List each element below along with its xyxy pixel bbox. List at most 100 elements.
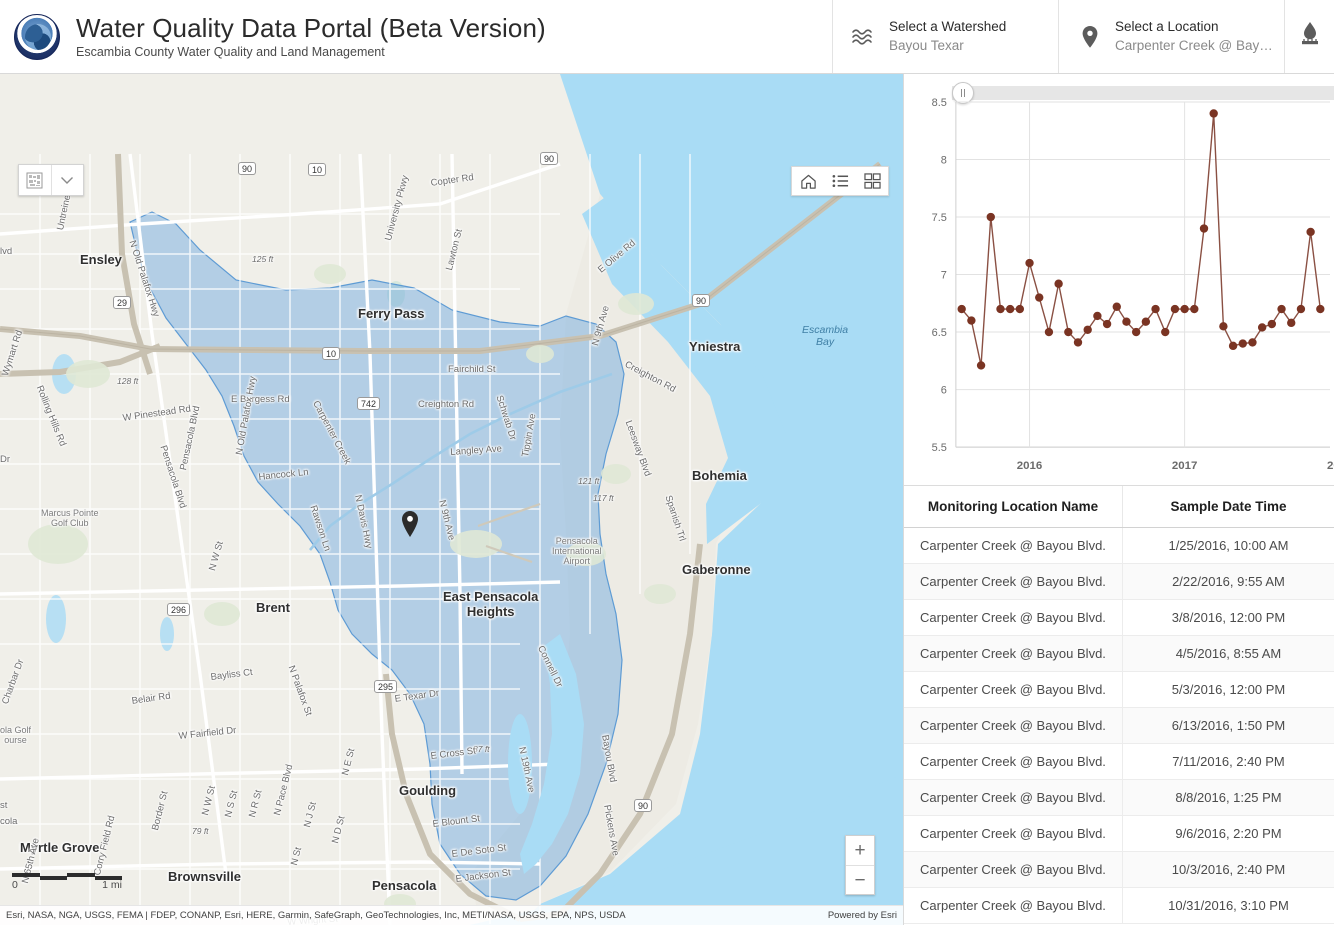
chart-data-point[interactable] xyxy=(1287,318,1296,328)
chart-data-point[interactable] xyxy=(1277,304,1286,314)
chevron-down-icon[interactable] xyxy=(50,165,84,195)
highway-shield: 10 xyxy=(308,163,327,176)
chart-data-point[interactable] xyxy=(1054,279,1063,288)
chart-svg: 5.5 6 6.5 7 7.5 8 8.5 2016 2017 2018 xyxy=(932,97,1334,472)
table-cell: 8/8/2016, 1:25 PM xyxy=(1121,779,1334,816)
table-row[interactable]: Carpenter Creek @ Bayou Blvd. 10/31/2016,… xyxy=(904,887,1334,924)
y-axis-tick-label: 6.5 xyxy=(932,327,947,339)
scale-min-label: 0 xyxy=(12,879,18,891)
chart-data-point[interactable] xyxy=(1161,327,1170,337)
table-row[interactable]: Carpenter Creek @ Bayou Blvd. 10/3/2016, … xyxy=(904,851,1334,888)
chart-data-point[interactable] xyxy=(1306,227,1315,237)
y-axis-tick-label: 6 xyxy=(941,385,947,397)
zoom-in-button[interactable]: + xyxy=(846,836,874,865)
home-icon[interactable] xyxy=(792,167,824,195)
table-row[interactable]: Carpenter Creek @ Bayou Blvd. 5/3/2016, 1… xyxy=(904,671,1334,708)
highway-shield: 296 xyxy=(167,603,191,616)
chart-data-point[interactable] xyxy=(1102,319,1112,329)
basemap-toggle-widget[interactable] xyxy=(18,164,84,196)
table-cell: 4/5/2016, 8:55 AM xyxy=(1121,635,1334,672)
table-column-header[interactable]: Monitoring Location Name xyxy=(904,486,1123,528)
watershed-selector[interactable]: Select a Watershed Bayou Texar xyxy=(832,0,1058,73)
chart-data-point[interactable] xyxy=(967,316,976,325)
y-axis-tick-label: 5.5 xyxy=(932,442,947,454)
chart-data-point[interactable] xyxy=(1190,304,1199,314)
zoom-out-button[interactable]: − xyxy=(846,865,874,894)
chart-data-point[interactable] xyxy=(1257,323,1267,332)
table-row[interactable]: Carpenter Creek @ Bayou Blvd. 9/6/2016, 2… xyxy=(904,815,1334,852)
parameter-selector-button[interactable] xyxy=(1284,0,1334,73)
chart-data-point[interactable] xyxy=(1131,327,1141,337)
location-selector[interactable]: Select a Location Carpenter Creek @ Bayo… xyxy=(1058,0,1284,73)
water-drop-sample-icon xyxy=(1297,19,1323,54)
highway-shield: 90 xyxy=(540,152,559,165)
table-body: Carpenter Creek @ Bayou Blvd. 1/25/2016, … xyxy=(904,527,1334,924)
chart-data-point[interactable] xyxy=(1015,304,1025,314)
table-row[interactable]: Carpenter Creek @ Bayou Blvd. 8/8/2016, 1… xyxy=(904,779,1334,816)
table-row[interactable]: Carpenter Creek @ Bayou Blvd. 7/11/2016, … xyxy=(904,743,1334,780)
legend-list-icon[interactable] xyxy=(824,167,856,195)
chart-data-point[interactable] xyxy=(1044,327,1054,337)
y-axis-tick-label: 8 xyxy=(941,154,947,166)
chart-data-point[interactable] xyxy=(1316,304,1325,314)
map-canvas[interactable]: Ensley Ferry Pass Yniestra Bohemia Gaberonne… xyxy=(0,74,903,925)
chart-data-point[interactable] xyxy=(996,304,1005,314)
location-marker-icon[interactable] xyxy=(400,510,420,543)
table-column-header[interactable]: Sample Date Time xyxy=(1121,486,1334,528)
table-cell: Carpenter Creek @ Bayou Blvd. xyxy=(904,707,1123,744)
chart-data-point[interactable] xyxy=(957,304,966,314)
chart-data-point[interactable] xyxy=(1083,325,1092,334)
timeseries-chart[interactable]: 5.5 6 6.5 7 7.5 8 8.5 2016 2017 2018 xyxy=(904,74,1334,486)
powered-by-esri: Powered by Esri xyxy=(827,910,897,921)
samples-table-container[interactable]: Monitoring Location Name Sample Date Time… xyxy=(904,486,1334,925)
watershed-value: Bayou Texar xyxy=(889,38,964,53)
x-axis-tick-label: 2018 xyxy=(1327,460,1334,472)
location-value: Carpenter Creek @ Bayo... xyxy=(1115,38,1274,53)
table-cell: 5/3/2016, 12:00 PM xyxy=(1121,671,1334,708)
chart-data-point[interactable] xyxy=(1267,319,1277,329)
chart-plot-area: 5.5 6 6.5 7 7.5 8 8.5 2016 2017 2018 xyxy=(904,94,1334,485)
chart-data-point[interactable] xyxy=(1219,322,1228,331)
table-row[interactable]: Carpenter Creek @ Bayou Blvd. 6/13/2016, … xyxy=(904,707,1334,744)
map-panel[interactable]: Ensley Ferry Pass Yniestra Bohemia Gaberonne… xyxy=(0,74,903,925)
chart-data-point[interactable] xyxy=(1122,317,1131,326)
chart-data-point[interactable] xyxy=(1228,341,1238,351)
chart-data-point[interactable] xyxy=(1248,338,1257,347)
map-tools-widget[interactable] xyxy=(791,166,889,196)
chart-data-point[interactable] xyxy=(1199,224,1209,233)
table-row[interactable]: Carpenter Creek @ Bayou Blvd. 1/25/2016, … xyxy=(904,527,1334,564)
table-cell: 2/22/2016, 9:55 AM xyxy=(1121,563,1334,600)
table-row[interactable]: Carpenter Creek @ Bayou Blvd. 3/8/2016, 1… xyxy=(904,599,1334,636)
chart-data-point[interactable] xyxy=(1093,311,1102,321)
chart-data-point[interactable] xyxy=(976,361,986,370)
page-title: Water Quality Data Portal (Beta Version) xyxy=(76,12,546,43)
zoom-controls[interactable]: + − xyxy=(845,835,875,895)
table-cell: 1/25/2016, 10:00 AM xyxy=(1121,527,1334,564)
y-axis-tick-label: 8.5 xyxy=(932,97,947,109)
table-row[interactable]: Carpenter Creek @ Bayou Blvd. 4/5/2016, 8… xyxy=(904,635,1334,672)
table-row[interactable]: Carpenter Creek @ Bayou Blvd. 2/22/2016, … xyxy=(904,563,1334,600)
chart-data-point[interactable] xyxy=(1064,327,1073,337)
chart-data-point[interactable] xyxy=(1209,109,1218,118)
chart-data-point[interactable] xyxy=(1151,304,1160,314)
chart-data-point[interactable] xyxy=(1238,339,1247,348)
chart-data-point[interactable] xyxy=(986,212,995,222)
chart-data-point[interactable] xyxy=(1141,317,1151,326)
chart-data-point[interactable] xyxy=(1035,293,1044,302)
chart-data-point[interactable] xyxy=(1025,258,1034,268)
chart-data-point[interactable] xyxy=(1005,304,1015,314)
y-axis-tick-label: 7 xyxy=(941,270,947,282)
chart-data-point[interactable] xyxy=(1170,304,1180,314)
basemap-thumbnail-icon[interactable] xyxy=(19,165,51,195)
escambia-county-seal-icon xyxy=(14,13,60,60)
chart-data-point[interactable] xyxy=(1180,304,1189,314)
table-cell: Carpenter Creek @ Bayou Blvd. xyxy=(904,599,1123,636)
table-cell: 10/3/2016, 2:40 PM xyxy=(1121,851,1334,888)
chart-data-point[interactable] xyxy=(1296,304,1306,314)
highway-shield: 10 xyxy=(322,347,341,360)
chart-data-point[interactable] xyxy=(1073,338,1083,347)
chart-data-point[interactable] xyxy=(1112,302,1121,311)
highway-shield: 90 xyxy=(692,294,711,307)
table-cell: 7/11/2016, 2:40 PM xyxy=(1121,743,1334,780)
basemap-gallery-icon[interactable] xyxy=(856,167,888,195)
